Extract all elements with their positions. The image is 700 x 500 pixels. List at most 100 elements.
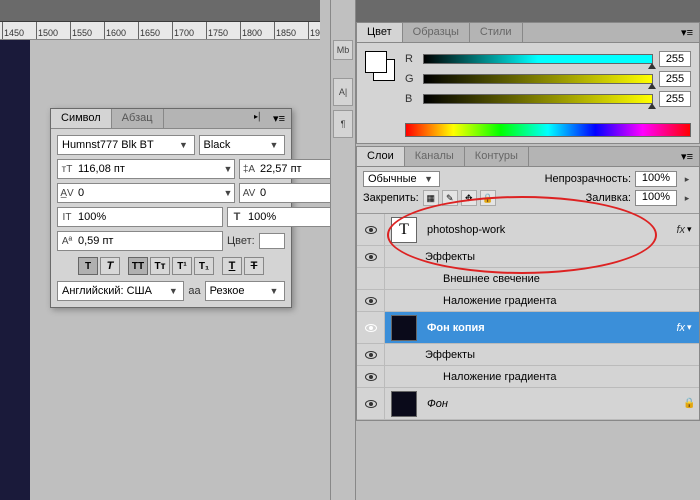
opacity-input[interactable]: 100% (635, 171, 677, 187)
layer-row[interactable]: T photoshop-work fx ▾ (357, 214, 699, 246)
g-slider[interactable] (423, 74, 653, 84)
tab-symbol[interactable]: Символ (51, 109, 112, 128)
font-size-input[interactable]: тТ ▼ (57, 159, 235, 179)
antialias-select[interactable]: Резкое ▼ (205, 281, 285, 301)
visibility-toggle[interactable] (357, 290, 385, 311)
vscale-field[interactable] (76, 208, 222, 226)
layer-thumbnail[interactable] (391, 315, 417, 341)
visibility-toggle[interactable] (357, 344, 385, 365)
effects-label: Эффекты (425, 346, 699, 364)
r-slider[interactable] (423, 54, 653, 64)
fill-input[interactable]: 100% (635, 190, 677, 206)
slider-handle-icon[interactable] (648, 83, 656, 89)
blend-mode-select[interactable]: Обычные ▼ (363, 171, 440, 187)
tab-paths[interactable]: Контуры (465, 147, 529, 166)
g-value[interactable]: 255 (659, 71, 691, 87)
character-panel-tabs: Символ Абзац ▸│ ▾≡ (51, 109, 291, 129)
visibility-toggle[interactable] (357, 214, 385, 245)
chevron-right-icon[interactable]: ▸ (681, 174, 693, 185)
color-panel: Цвет Образцы Стили ▾≡ R 255 G 255 (356, 22, 700, 144)
g-label: G (405, 73, 417, 85)
effect-row[interactable]: Внешнее свечение (357, 268, 699, 290)
subscript-button[interactable]: T₁ (194, 257, 214, 275)
b-value[interactable]: 255 (659, 91, 691, 107)
effect-row[interactable]: Наложение градиента (357, 290, 699, 312)
font-style-select[interactable]: Black ▼ (199, 135, 286, 155)
layer-row[interactable]: Фон 🔒 (357, 388, 699, 420)
slider-handle-icon[interactable] (648, 63, 656, 69)
fx-badge[interactable]: fx (663, 224, 687, 236)
panel-collapse-icon[interactable]: ▸│ (248, 109, 267, 128)
character-panel-icon[interactable]: A| (333, 78, 353, 106)
fill-label: Заливка: (586, 192, 631, 204)
blend-mode-value: Обычные (368, 173, 417, 185)
color-spectrum[interactable] (405, 123, 691, 137)
chevron-right-icon[interactable]: ▸ (681, 193, 693, 204)
antialias-value: Резкое (210, 285, 245, 297)
font-family-select[interactable]: Humnst777 Blk BT ▼ (57, 135, 195, 155)
fg-color-swatch[interactable] (365, 51, 387, 73)
ruler-tick: 1650 (138, 22, 160, 40)
fx-badge[interactable]: fx (663, 322, 687, 334)
lock-transparency-icon[interactable]: ▦ (423, 190, 439, 206)
kerning-field[interactable] (76, 184, 222, 202)
allcaps-button[interactable]: TT (128, 257, 148, 275)
lock-pixels-icon[interactable]: ✎ (442, 190, 458, 206)
faux-bold-button[interactable]: T (78, 257, 98, 275)
tab-swatches[interactable]: Образцы (403, 23, 470, 42)
slider-handle-icon[interactable] (648, 103, 656, 109)
visibility-toggle[interactable] (357, 312, 385, 343)
chevron-down-icon[interactable]: ▼ (222, 164, 234, 174)
vscale-input[interactable]: IT (57, 207, 223, 227)
layer-row[interactable]: Фон копия fx ▾ (357, 312, 699, 344)
baseline-input[interactable]: Aª (57, 231, 223, 251)
type-style-buttons: T T TT Tт T¹ T₁ T T (57, 257, 285, 275)
visibility-toggle[interactable] (357, 366, 385, 387)
panel-menu-icon[interactable]: ▾≡ (267, 109, 291, 128)
kerning-input[interactable]: A̲V ▼ (57, 183, 235, 203)
fx-expand-icon[interactable]: ▾ (687, 322, 699, 333)
baseline-field[interactable] (76, 232, 222, 250)
collapsed-panel-strip: Mb A| ¶ (330, 0, 356, 500)
panel-menu-icon[interactable]: ▾≡ (675, 147, 699, 166)
layer-name[interactable]: Фон (423, 398, 683, 410)
layer-name[interactable]: photoshop-work (423, 224, 663, 236)
effects-label: Эффекты (425, 248, 699, 266)
lock-all-icon[interactable]: 🔒 (480, 190, 496, 206)
tab-paragraph[interactable]: Абзац (112, 109, 164, 128)
tab-channels[interactable]: Каналы (405, 147, 465, 166)
b-slider[interactable] (423, 94, 653, 104)
layer-thumbnail[interactable] (391, 391, 417, 417)
visibility-toggle[interactable] (357, 268, 385, 289)
superscript-button[interactable]: T¹ (172, 257, 192, 275)
tab-styles[interactable]: Стили (470, 23, 523, 42)
panel-menu-icon[interactable]: ▾≡ (675, 23, 699, 42)
visibility-toggle[interactable] (357, 388, 385, 419)
strikethrough-button[interactable]: T (244, 257, 264, 275)
underline-button[interactable]: T (222, 257, 242, 275)
canvas[interactable] (0, 40, 30, 500)
horizontal-ruler[interactable]: 1450 1500 1550 1600 1650 1700 1750 1800 … (0, 22, 320, 40)
language-select[interactable]: Английский: США ▼ (57, 281, 184, 301)
r-value[interactable]: 255 (659, 51, 691, 67)
effect-row[interactable]: Наложение градиента (357, 366, 699, 388)
mb-panel-icon[interactable]: Mb (333, 40, 353, 60)
faux-italic-button[interactable]: T (100, 257, 120, 275)
chevron-down-icon[interactable]: ▼ (222, 188, 234, 198)
smallcaps-button[interactable]: Tт (150, 257, 170, 275)
effects-row[interactable]: Эффекты (357, 344, 699, 366)
tab-layers[interactable]: Слои (357, 147, 405, 166)
lock-position-icon[interactable]: ✥ (461, 190, 477, 206)
eye-icon (365, 373, 377, 381)
text-color-swatch[interactable] (259, 233, 285, 249)
ruler-tick: 19 (308, 22, 320, 40)
tab-color[interactable]: Цвет (357, 23, 403, 42)
layer-name[interactable]: Фон копия (423, 322, 663, 334)
layer-thumbnail[interactable]: T (391, 217, 417, 243)
fg-bg-swatches[interactable] (365, 51, 395, 81)
fx-expand-icon[interactable]: ▾ (687, 224, 699, 235)
font-size-field[interactable] (76, 160, 222, 178)
effects-row[interactable]: Эффекты (357, 246, 699, 268)
visibility-toggle[interactable] (357, 246, 385, 267)
paragraph-panel-icon[interactable]: ¶ (333, 110, 353, 138)
